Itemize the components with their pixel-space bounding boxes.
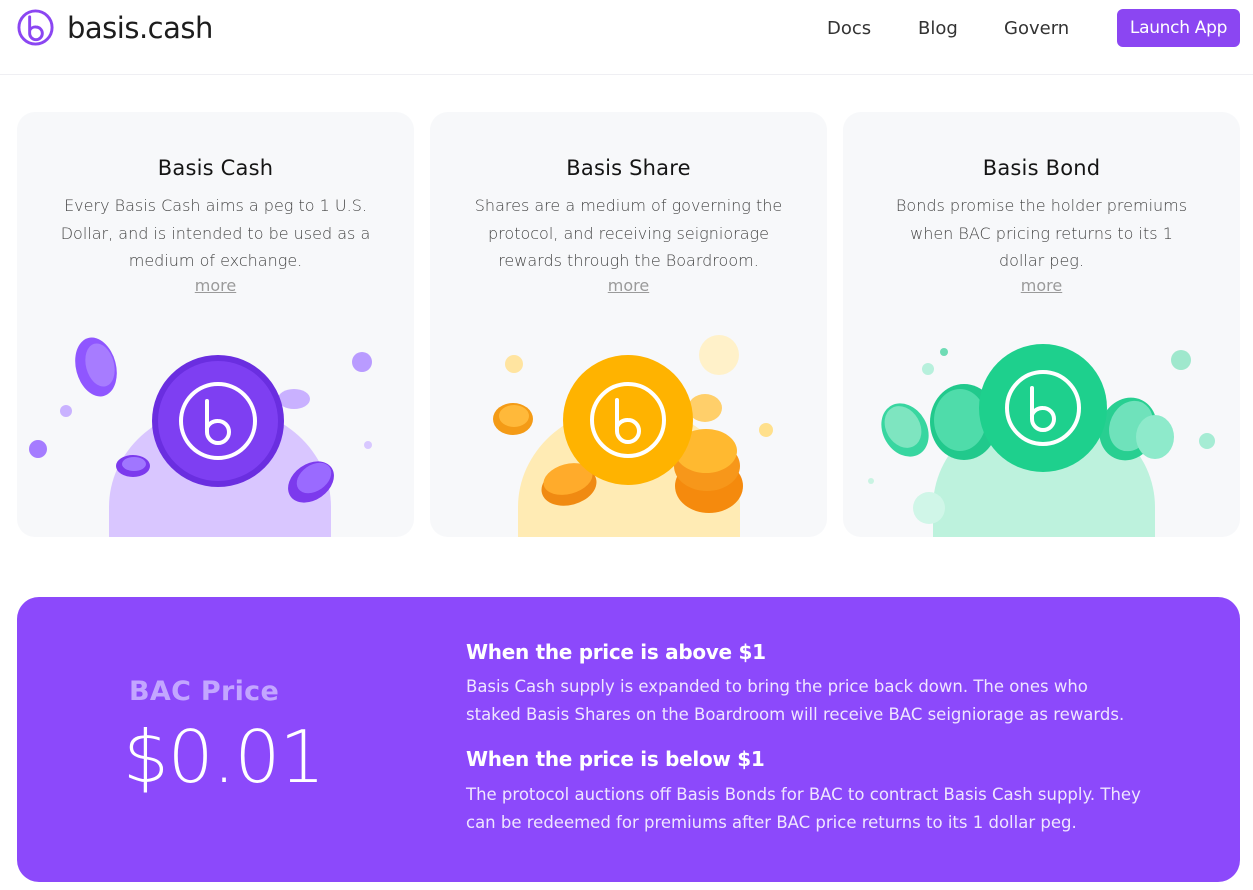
more-link[interactable]: more [608, 276, 649, 295]
card-basis-share: Basis Share Shares are a medium of gover… [430, 112, 827, 537]
price-below-heading: When the price is below $1 [466, 747, 765, 771]
more-link[interactable]: more [195, 276, 236, 295]
card-description: Every Basis Cash aims a peg to 1 U.S. Do… [60, 196, 371, 270]
price-below-text: The protocol auctions off Basis Bonds fo… [466, 785, 1141, 832]
brand-name: basis.cash [67, 10, 213, 45]
nav-link-blog[interactable]: Blog [918, 18, 958, 39]
card-description: Bonds promise the holder premiums when B… [895, 196, 1188, 270]
basis-logo-icon [17, 9, 54, 46]
card-basis-bond: Basis Bond Bonds promise the holder prem… [843, 112, 1240, 537]
card-title: Basis Bond [982, 156, 1101, 180]
brand-logo[interactable]: basis.cash [16, 8, 213, 47]
card-title: Basis Cash [157, 156, 274, 180]
card-basis-cash: Basis Cash Every Basis Cash aims a peg t… [17, 112, 414, 537]
more-link[interactable]: more [1021, 276, 1062, 295]
bac-price-label: BAC Price [129, 676, 280, 707]
nav-link-govern[interactable]: Govern [1004, 18, 1069, 39]
card-description: Shares are a medium of governing the pro… [474, 196, 783, 270]
price-above-heading: When the price is above $1 [466, 640, 766, 664]
price-above-text: Basis Cash supply is expanded to bring t… [466, 677, 1125, 724]
nav-link-docs[interactable]: Docs [827, 18, 871, 39]
bac-price-value: $0.01 [123, 715, 325, 799]
launch-app-button[interactable]: Launch App [1117, 9, 1240, 47]
site-header: basis.cash Docs Blog Govern Launch App [0, 0, 1253, 75]
bac-price-banner: BAC Price $0.01 When the price is above … [17, 597, 1240, 882]
card-title: Basis Share [566, 156, 691, 180]
